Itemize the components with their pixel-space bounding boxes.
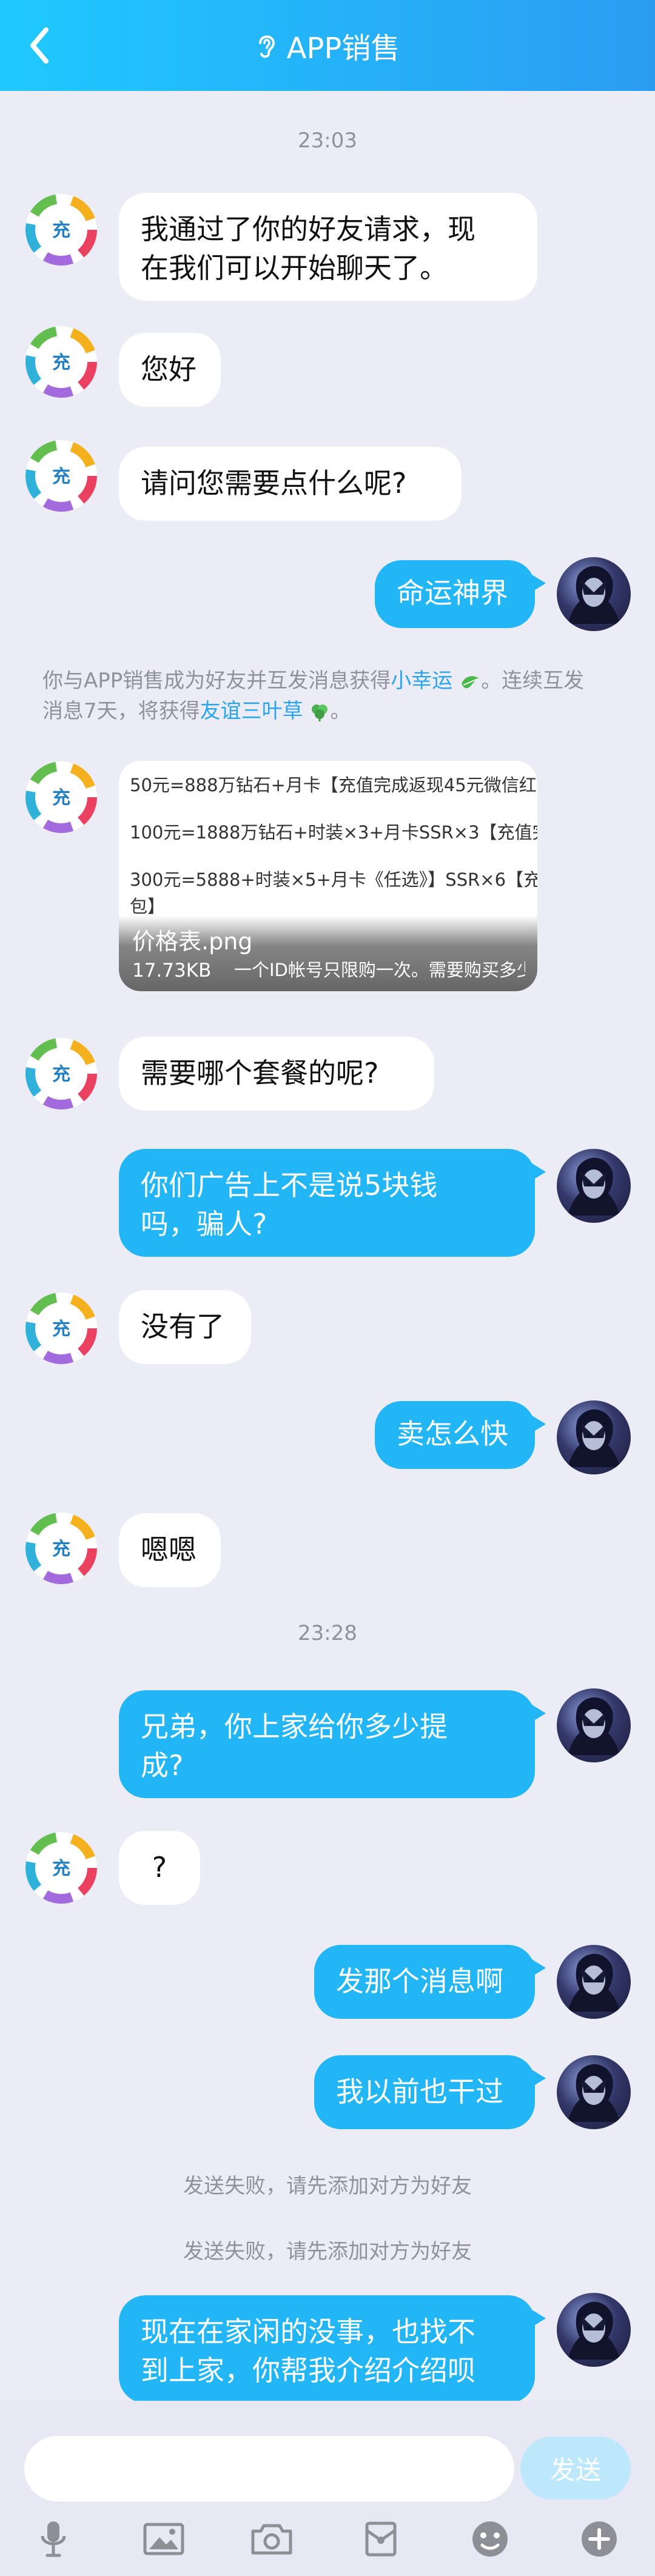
camera-icon xyxy=(251,2524,292,2555)
seller-avatar-icon: 充 xyxy=(25,1832,97,1904)
seller-avatar[interactable]: 充 xyxy=(24,193,98,267)
svg-text:充: 充 xyxy=(52,1539,70,1560)
voice-button[interactable] xyxy=(30,2516,76,2562)
message-input[interactable] xyxy=(24,2436,514,2501)
svg-text:充: 充 xyxy=(52,1858,70,1879)
timestamp: 23:03 xyxy=(298,129,357,153)
image-caption-tail: 一个ID帐号只限购一次。需要购买多少 xyxy=(234,960,525,980)
emoji-button[interactable] xyxy=(467,2516,513,2562)
incoming-message[interactable]: 没有了 xyxy=(119,1290,251,1364)
image-icon xyxy=(143,2523,184,2555)
user-avatar[interactable] xyxy=(557,1688,631,1762)
incoming-message[interactable]: 需要哪个套餐的呢? xyxy=(119,1037,434,1111)
svg-text:充: 充 xyxy=(52,352,70,373)
emoji-icon xyxy=(472,2521,508,2557)
svg-text:充: 充 xyxy=(52,1064,70,1085)
mic-icon xyxy=(41,2521,66,2557)
user-avatar-icon xyxy=(568,1953,620,2012)
outgoing-message[interactable]: 兄弟，你上家给你多少提 成? xyxy=(119,1690,546,1798)
incoming-message[interactable]: 我通过了你的好友请求，现 在我们可以开始聊天了。 xyxy=(119,193,537,301)
header-title-wrap: APP销售 xyxy=(0,27,655,65)
red-packet-button[interactable] xyxy=(358,2516,404,2562)
chat-area[interactable]: 23:03 充 我通过了你的好友请求，现 在我们可以开始聊天了。 充 您好 充 … xyxy=(0,91,655,2460)
seller-avatar[interactable]: 充 xyxy=(24,439,98,513)
user-avatar-icon xyxy=(568,1157,620,1216)
outgoing-message[interactable]: 发那个消息啊 xyxy=(314,1945,546,2019)
outgoing-message[interactable]: 命运神界 xyxy=(375,560,546,628)
seller-avatar[interactable]: 充 xyxy=(24,1511,98,1585)
chat-title: APP销售 xyxy=(286,32,400,65)
seller-avatar-icon: 充 xyxy=(25,326,97,398)
seller-avatar[interactable]: 充 xyxy=(24,760,98,834)
composer-toolbar xyxy=(0,2510,655,2568)
seller-avatar-icon: 充 xyxy=(25,194,97,266)
price-image-message[interactable]: 50元=888万钻石+月卡【充值完成返现45元微信红包 100元=1888万钻石… xyxy=(119,761,537,991)
image-filename: 价格表.png xyxy=(132,928,253,955)
user-avatar[interactable] xyxy=(557,557,631,631)
user-avatar[interactable] xyxy=(557,1945,631,2019)
send-failed-notice: 发送失败，请先添加对方为好友 xyxy=(183,2174,472,2198)
outgoing-message[interactable]: 我以前也干过 xyxy=(314,2055,546,2129)
svg-text:充: 充 xyxy=(52,788,70,809)
svg-text:充: 充 xyxy=(52,1319,70,1340)
seller-avatar[interactable]: 充 xyxy=(24,1831,98,1905)
image-filesize: 17.73KB xyxy=(132,960,212,982)
camera-button[interactable] xyxy=(249,2516,295,2562)
svg-text:充: 充 xyxy=(52,220,70,241)
seller-avatar[interactable]: 充 xyxy=(24,1291,98,1365)
incoming-message[interactable]: 嗯嗯 xyxy=(119,1513,221,1587)
seller-avatar[interactable]: 充 xyxy=(24,325,98,399)
seller-avatar-icon: 充 xyxy=(25,440,97,512)
outgoing-message[interactable]: 现在在家闲的没事，也找不 到上家，你帮我介绍介绍呗 xyxy=(119,2295,546,2403)
user-avatar-icon xyxy=(568,2064,620,2122)
friendship-notice: 你与APP销售成为好友并互发消息获得小幸运 。连续互发 消息7天，将获得友谊三叶… xyxy=(42,669,585,723)
image-button[interactable] xyxy=(141,2516,187,2562)
ear-icon xyxy=(258,35,275,58)
svg-text:充: 充 xyxy=(52,466,70,487)
user-avatar[interactable] xyxy=(557,2055,631,2129)
outgoing-message[interactable]: 卖怎么快 xyxy=(375,1401,546,1469)
seller-avatar-icon: 充 xyxy=(25,761,97,833)
user-avatar-icon xyxy=(568,566,620,624)
mailbox-icon xyxy=(365,2521,397,2557)
clover-icon xyxy=(312,704,328,721)
seller-avatar[interactable]: 充 xyxy=(24,1037,98,1111)
send-failed-notice: 发送失败，请先添加对方为好友 xyxy=(183,2240,472,2264)
user-avatar-icon xyxy=(568,1697,620,1755)
seller-avatar-icon: 充 xyxy=(25,1293,97,1364)
more-button[interactable] xyxy=(576,2516,622,2562)
user-avatar[interactable] xyxy=(557,2293,631,2367)
incoming-message[interactable]: 请问您需要点什么呢? xyxy=(119,447,462,521)
user-avatar[interactable] xyxy=(557,1149,631,1223)
small-luck-link[interactable]: 小幸运 xyxy=(391,669,452,693)
user-avatar[interactable] xyxy=(557,1400,631,1474)
plus-icon xyxy=(582,2521,617,2557)
incoming-message[interactable]: 您好 xyxy=(119,333,221,407)
chat-header: APP销售 xyxy=(0,0,655,91)
leaf-icon xyxy=(462,675,479,688)
user-avatar-icon xyxy=(568,1409,620,1467)
price-list-text: 50元=888万钻石+月卡【充值完成返现45元微信红包 100元=1888万钻石… xyxy=(130,775,537,917)
timestamp: 23:28 xyxy=(298,1621,357,1645)
seller-avatar-icon: 充 xyxy=(25,1513,97,1584)
send-button[interactable]: 发送 xyxy=(520,2437,631,2500)
user-avatar-icon xyxy=(568,2301,620,2360)
friendship-clover-link[interactable]: 友谊三叶草 xyxy=(200,699,303,723)
seller-avatar-icon: 充 xyxy=(25,1037,97,1109)
incoming-message[interactable]: ? xyxy=(119,1831,200,1905)
composer: 发送 xyxy=(0,2401,655,2576)
outgoing-message[interactable]: 你们广告上不是说5块钱 吗，骗人? xyxy=(119,1149,546,1257)
